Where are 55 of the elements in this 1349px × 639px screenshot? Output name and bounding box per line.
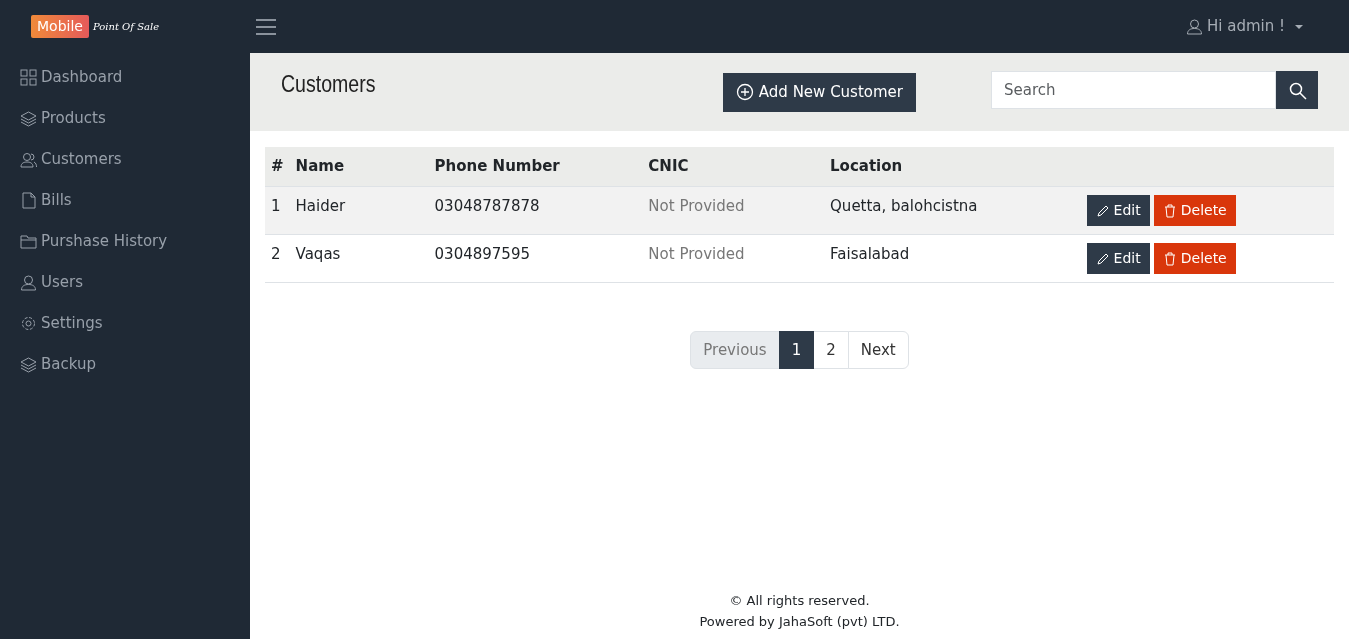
page-link[interactable]: Next [847, 330, 909, 369]
search-field[interactable]: Search [991, 71, 1276, 109]
table-cell: Vaqas [295, 244, 341, 263]
sidebar-item[interactable]: Backup [0, 344, 250, 385]
table-cell: Not Provided [648, 196, 745, 215]
search-button[interactable] [1276, 71, 1318, 109]
person-icon [20, 274, 37, 291]
document-icon [20, 192, 37, 209]
table-cell: 0304897595 [434, 244, 530, 263]
column-header: CNIC [648, 157, 689, 175]
page-link[interactable]: 2 [813, 330, 849, 369]
sidebar-item[interactable]: Users [0, 262, 250, 303]
caret-icon [1293, 22, 1305, 31]
trash-icon [1162, 251, 1177, 266]
search-icon [1289, 81, 1307, 100]
sidebar-item[interactable]: Settings [0, 303, 250, 344]
footer-text: Powered by JahaSoft (pvt) LTD. [699, 614, 900, 630]
table-cell: Quetta, balohcistna [830, 196, 978, 215]
column-header: Location [830, 157, 903, 175]
delete-button[interactable]: Delete [1153, 242, 1236, 274]
sidebar-item[interactable]: Products [0, 98, 250, 139]
column-header: Phone Number [434, 157, 560, 175]
table-cell: Faisalabad [830, 244, 910, 263]
sidebar-item[interactable]: Customers [0, 139, 250, 180]
user-icon [1186, 18, 1203, 35]
column-header: Name [295, 157, 345, 175]
trash-icon [1162, 203, 1177, 218]
layers-icon [20, 356, 37, 373]
settings-icon [20, 315, 37, 332]
sidebar-item[interactable]: Purshase History [0, 221, 250, 262]
plus-circle-icon [735, 83, 754, 102]
brand-logo: Mobile [31, 15, 89, 38]
add-customer-button[interactable]: Add New Customer [722, 73, 916, 112]
table-cell: Haider [295, 196, 346, 215]
table-cell: 2 [271, 244, 281, 263]
sidebar-item[interactable]: Bills [0, 180, 250, 221]
page-link[interactable]: 1 [778, 330, 815, 369]
user-menu[interactable]: Hi admin ! [1180, 14, 1311, 39]
delete-button[interactable]: Delete [1153, 194, 1236, 226]
sidebar-item[interactable]: Dashboard [0, 57, 250, 98]
pencil-icon [1095, 251, 1110, 266]
people-icon [20, 151, 37, 168]
table-cell: 03048787878 [434, 196, 540, 215]
grid-icon [20, 69, 37, 86]
folder-icon [20, 233, 37, 250]
table-cell: 1 [271, 196, 281, 215]
column-header: # [271, 157, 284, 175]
brand-tagline: Point Of Sale [92, 20, 160, 34]
footer-text: © All rights reserved. [729, 593, 870, 609]
layers-icon [20, 110, 37, 127]
page-title: Customers [281, 71, 376, 99]
pencil-icon [1095, 203, 1110, 218]
edit-button[interactable]: Edit [1086, 242, 1150, 274]
edit-button[interactable]: Edit [1086, 194, 1150, 226]
table-cell: Not Provided [648, 244, 745, 263]
